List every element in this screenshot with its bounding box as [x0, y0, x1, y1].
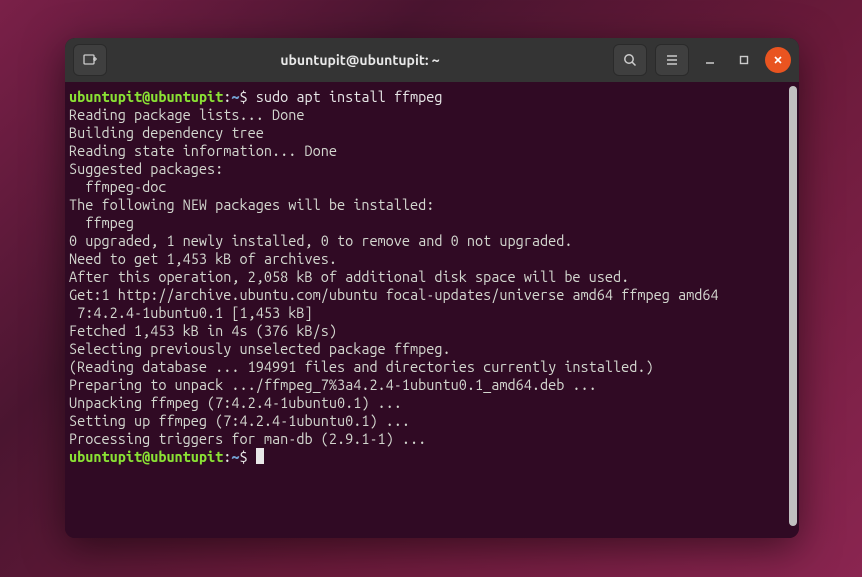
output-line: Selecting previously unselected package … — [69, 340, 451, 357]
search-button[interactable] — [613, 44, 647, 76]
titlebar-left — [73, 44, 107, 76]
output-line: The following NEW packages will be insta… — [69, 196, 434, 213]
output-line: 0 upgraded, 1 newly installed, 0 to remo… — [69, 232, 572, 249]
prompt-user-host: ubuntupit@ubuntupit — [69, 88, 223, 105]
prompt-user-host: ubuntupit@ubuntupit — [69, 448, 223, 465]
output-line: Suggested packages: — [69, 160, 223, 177]
output-line: Need to get 1,453 kB of archives. — [69, 250, 337, 267]
output-line: Reading state information... Done — [69, 142, 337, 159]
close-button[interactable] — [765, 47, 791, 73]
close-icon — [772, 54, 784, 66]
output-line: Reading package lists... Done — [69, 106, 304, 123]
maximize-icon — [738, 54, 750, 66]
output-line: 7:4.2.4-1ubuntu0.1 [1,453 kB] — [69, 304, 313, 321]
output-line: Setting up ffmpeg (7:4.2.4-1ubuntu0.1) .… — [69, 412, 410, 429]
output-line: ffmpeg-doc — [69, 178, 166, 195]
output-line: Fetched 1,453 kB in 4s (376 kB/s) — [69, 322, 337, 339]
output-line: Get:1 http://archive.ubuntu.com/ubuntu f… — [69, 286, 719, 303]
prompt-dollar: $ — [240, 88, 248, 105]
command-text: sudo apt install ffmpeg — [248, 88, 443, 105]
minimize-button[interactable] — [697, 47, 723, 73]
menu-button[interactable] — [655, 44, 689, 76]
search-icon — [622, 52, 638, 68]
output-line: Unpacking ffmpeg (7:4.2.4-1ubuntu0.1) ..… — [69, 394, 402, 411]
output-line: ffmpeg — [69, 214, 134, 231]
titlebar-right — [613, 44, 791, 76]
terminal-content: ubuntupit@ubuntupit:~$ sudo apt install … — [69, 88, 795, 466]
terminal-window: ubuntupit@ubuntupit: ~ — [65, 38, 799, 538]
maximize-button[interactable] — [731, 47, 757, 73]
prompt-path: ~ — [231, 88, 239, 105]
scrollbar[interactable] — [789, 86, 797, 526]
prompt-dollar: $ — [240, 448, 248, 465]
titlebar: ubuntupit@ubuntupit: ~ — [65, 38, 799, 82]
output-line: (Reading database ... 194991 files and d… — [69, 358, 654, 375]
output-line: Building dependency tree — [69, 124, 264, 141]
output-line: Processing triggers for man-db (2.9.1-1)… — [69, 430, 426, 447]
prompt-path: ~ — [231, 448, 239, 465]
terminal-body[interactable]: ubuntupit@ubuntupit:~$ sudo apt install … — [65, 82, 799, 538]
window-title: ubuntupit@ubuntupit: ~ — [113, 52, 607, 68]
cursor — [256, 448, 264, 464]
new-tab-button[interactable] — [73, 44, 107, 76]
new-tab-icon — [82, 52, 98, 68]
hamburger-icon — [664, 52, 680, 68]
output-line: After this operation, 2,058 kB of additi… — [69, 268, 629, 285]
output-line: Preparing to unpack .../ffmpeg_7%3a4.2.4… — [69, 376, 597, 393]
minimize-icon — [704, 54, 716, 66]
